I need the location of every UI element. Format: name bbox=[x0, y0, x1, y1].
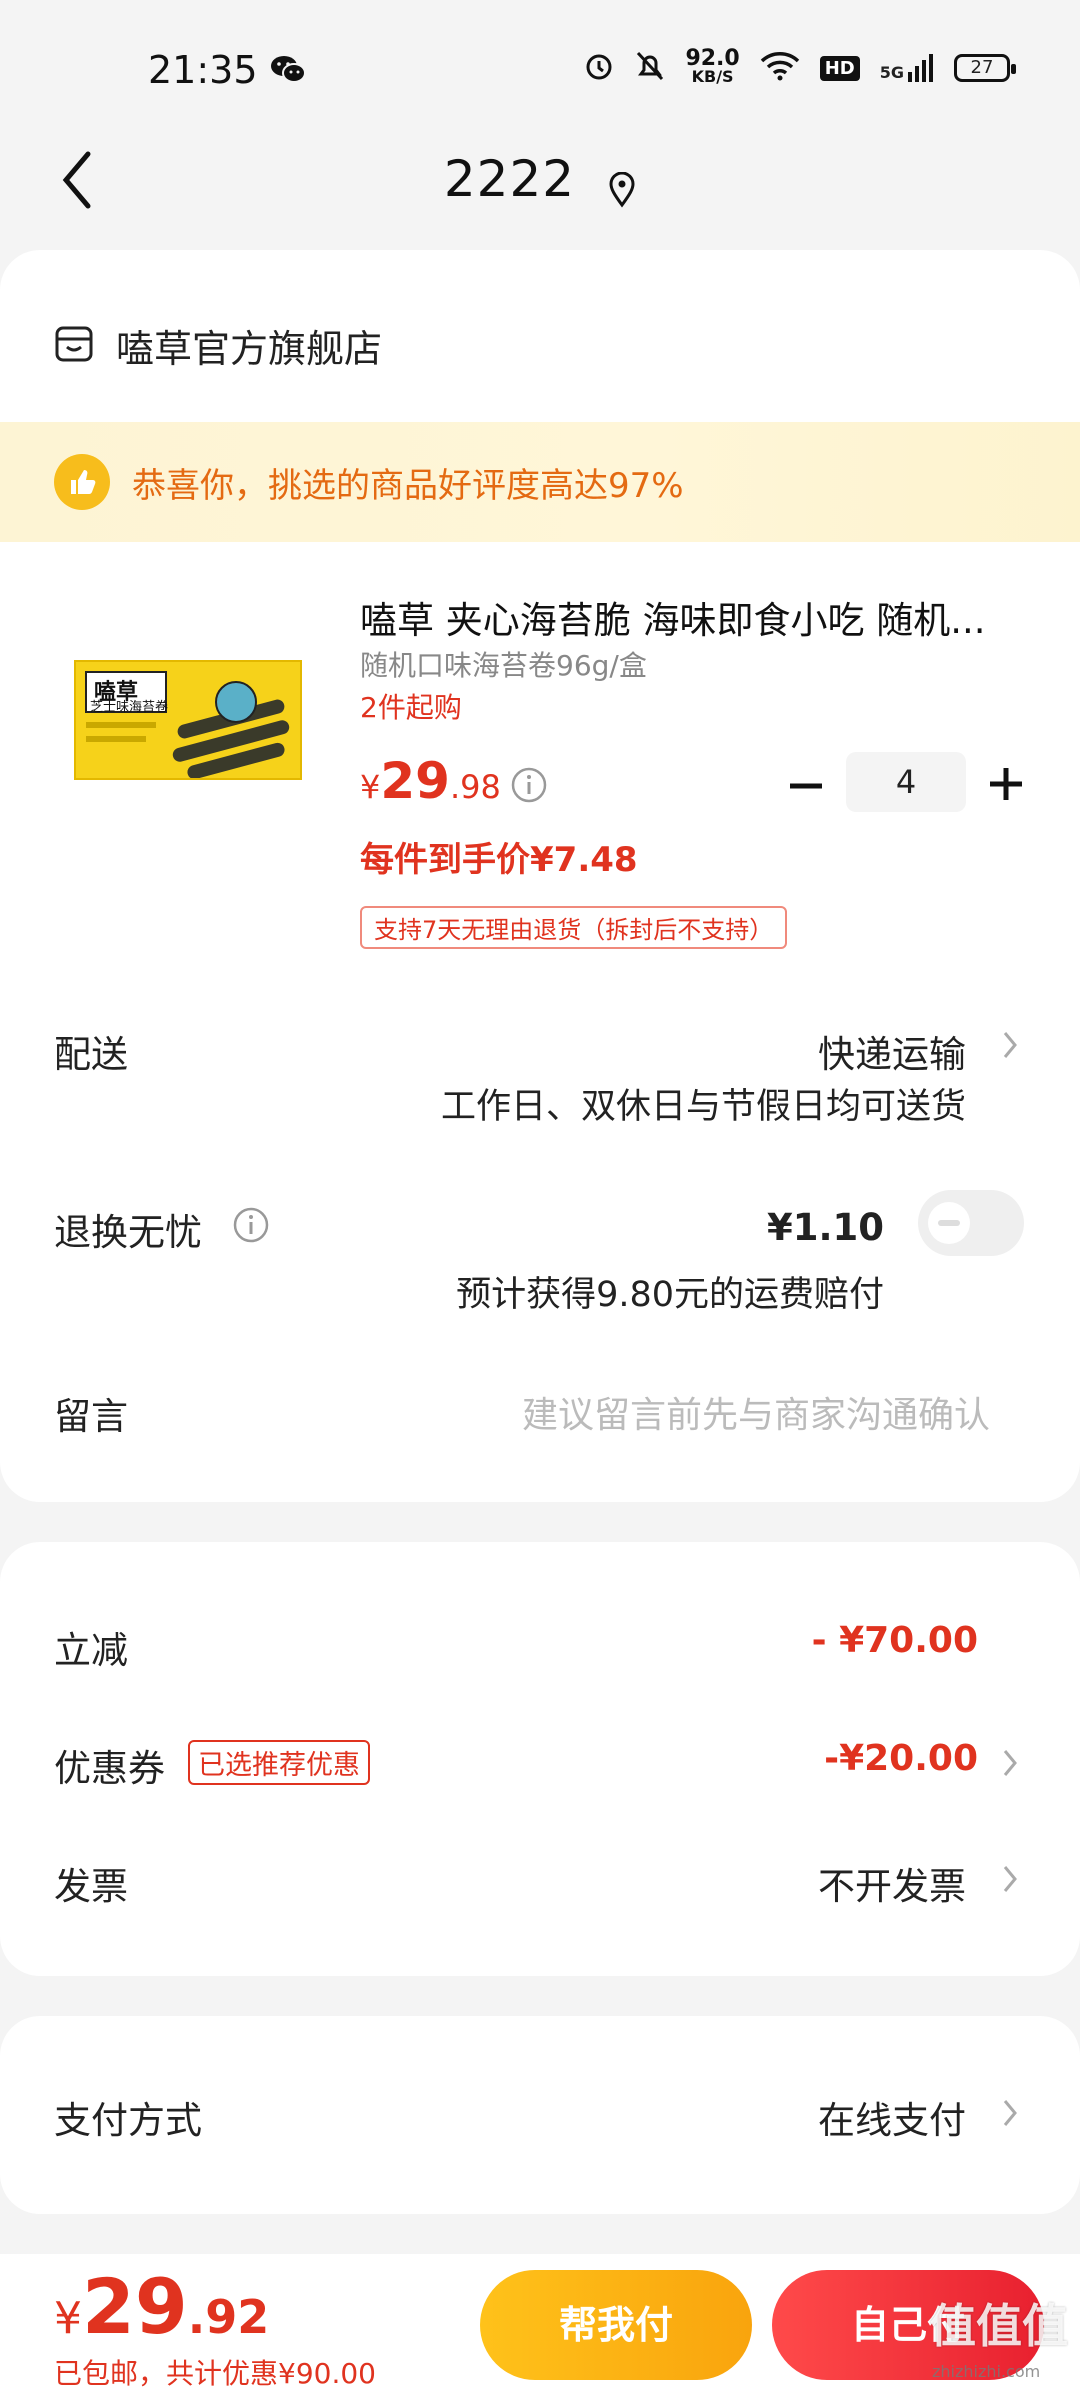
payment-label: 支付方式 bbox=[54, 2099, 202, 2142]
battery-icon: 27 bbox=[954, 54, 1016, 82]
quantity-decrease-button[interactable] bbox=[788, 768, 824, 804]
min-order-label: 2件起购 bbox=[360, 691, 462, 724]
watermark-url: zhizhizhi.com bbox=[932, 2362, 1041, 2381]
return-insurance-info-icon[interactable] bbox=[232, 1206, 270, 1248]
wechat-icon bbox=[270, 54, 306, 88]
chevron-right-icon[interactable] bbox=[1002, 1748, 1018, 1778]
return-policy-tag: 支持7天无理由退货（拆封后不支持） bbox=[360, 906, 788, 949]
store-name: 嗑草官方旗舰店 bbox=[116, 327, 383, 371]
delivery-value[interactable]: 快递运输 bbox=[818, 1024, 966, 1078]
total-price: ¥29.92 bbox=[54, 2262, 270, 2351]
coupon-label: 优惠券 bbox=[54, 1747, 165, 1790]
product-spec[interactable]: 随机口味海苔卷96g/盒 bbox=[360, 644, 647, 684]
chevron-right-icon[interactable] bbox=[1002, 1030, 1018, 1060]
product-image[interactable]: 嗑草 芝士味海苔卷 bbox=[74, 660, 302, 780]
product-price: ¥29.98 bbox=[360, 752, 501, 810]
status-bar: 21:35 92.0 KB/S HD 5G 27 bbox=[0, 0, 1080, 130]
delivery-sub: 工作日、双休日与节假日均可送货 bbox=[440, 1087, 966, 1127]
unit-price: 每件到手价¥7.48 bbox=[360, 840, 638, 880]
coupon-tag: 已选推荐优惠 bbox=[188, 1740, 370, 1785]
header: 2222 bbox=[0, 150, 1080, 212]
signal-icon: 5G bbox=[880, 54, 934, 82]
status-icons: 92.0 KB/S HD 5G 27 bbox=[583, 46, 1016, 86]
praise-banner: 恭喜你，挑选的商品好评度高达97% bbox=[0, 422, 1080, 542]
invoice-label: 发票 bbox=[54, 1865, 128, 1908]
store-row[interactable]: 嗑草官方旗舰店 bbox=[54, 318, 382, 373]
quantity-increase-button[interactable] bbox=[988, 766, 1024, 802]
product-title[interactable]: 嗑草 夹心海苔脆 海味即食小吃 随机... bbox=[360, 590, 1020, 644]
status-time: 21:35 bbox=[148, 48, 258, 92]
discount-value: - ¥70.00 bbox=[811, 1620, 978, 1661]
watermark: 值值值 bbox=[930, 2299, 1068, 2353]
payment-value[interactable]: 在线支付 bbox=[818, 2090, 966, 2144]
chevron-right-icon[interactable] bbox=[1002, 1864, 1018, 1894]
coupon-value[interactable]: -¥20.00 bbox=[824, 1738, 978, 1779]
location-pin-icon bbox=[608, 171, 636, 212]
product-image-sub: 芝士味海苔卷 bbox=[90, 700, 169, 715]
chevron-right-icon[interactable] bbox=[1002, 2098, 1018, 2128]
return-insurance-toggle[interactable] bbox=[918, 1190, 1024, 1256]
hd-badge: HD bbox=[819, 55, 860, 81]
return-insurance-price: ¥1.10 bbox=[766, 1206, 884, 1249]
return-insurance-label: 退换无忧 bbox=[54, 1211, 202, 1254]
help-pay-button[interactable]: 帮我付 bbox=[480, 2270, 752, 2380]
toggle-knob bbox=[928, 1202, 970, 1244]
thumbs-up-icon bbox=[54, 454, 110, 510]
net-speed: 92.0 KB/S bbox=[685, 46, 740, 86]
message-label: 留言 bbox=[54, 1395, 128, 1438]
alarm-icon bbox=[583, 50, 615, 86]
address-title[interactable]: 2222 bbox=[444, 150, 575, 208]
discount-label: 立减 bbox=[54, 1629, 128, 1672]
message-input[interactable]: 建议留言前先与商家沟通确认 bbox=[522, 1386, 990, 1438]
quantity-value[interactable]: 4 bbox=[846, 752, 966, 812]
wifi-icon bbox=[760, 51, 800, 85]
total-summary: 已包邮，共计优惠¥90.00 bbox=[54, 2357, 376, 2390]
mute-bell-icon bbox=[635, 50, 665, 86]
price-info-icon[interactable] bbox=[510, 766, 548, 808]
delivery-label: 配送 bbox=[54, 1033, 128, 1076]
return-insurance-sub: 预计获得9.80元的运费赔付 bbox=[456, 1275, 884, 1315]
praise-text: 恭喜你，挑选的商品好评度高达97% bbox=[132, 465, 684, 506]
store-icon bbox=[54, 325, 94, 367]
invoice-value[interactable]: 不开发票 bbox=[818, 1856, 966, 1910]
